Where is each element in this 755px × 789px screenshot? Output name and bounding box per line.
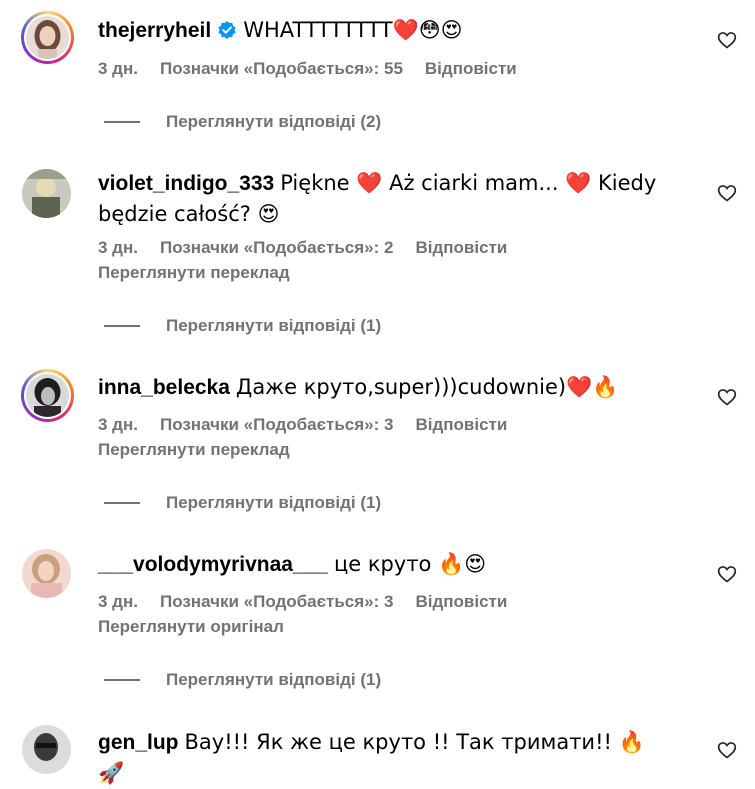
view-replies-label: Переглянути відповіді (1) [166,670,382,689]
heart-outline-icon[interactable] [717,183,737,203]
heart-outline-icon[interactable] [717,387,737,407]
likes-count[interactable]: Позначки «Подобається»: 55 [160,59,403,79]
heart-outline-icon[interactable] [717,564,737,584]
comment-body: gen_lup Вау!!! Як же це круто !! Так трим… [98,727,668,789]
likes-count[interactable]: Позначки «Подобається»: 3 [160,592,393,612]
comment-time[interactable]: 3 дн. [98,592,138,612]
comment-meta: 3 дн. Позначки «Подобається»: 55 Відпові… [98,59,517,79]
heart-outline-icon[interactable] [717,740,737,760]
comment-time[interactable]: 3 дн. [98,238,138,258]
username[interactable]: violet_indigo_333 [98,172,274,195]
view-replies-label: Переглянути відповіді (1) [166,493,382,512]
view-replies-button[interactable]: Переглянути відповіді (2) [104,112,381,132]
view-replies-label: Переглянути відповіді (1) [166,316,382,335]
view-replies-button[interactable]: Переглянути відповіді (1) [104,670,381,690]
comment-meta: 3 дн. Позначки «Подобається»: 2 Відповіс… [98,238,507,258]
username[interactable]: gen_lup [98,731,179,754]
comment-body: inna_belecka Даже круто,super)))cudownie)… [98,372,668,403]
see-original-button[interactable]: Переглянути оригінал [98,617,284,637]
replies-divider-line [104,679,140,681]
username[interactable]: ___volodymyrivnaa___ [98,553,328,576]
reply-button[interactable]: Відповісти [415,238,507,258]
avatar[interactable] [22,549,71,598]
comment-body: ___volodymyrivnaa___ це круто 🔥😍 [98,549,668,580]
reply-button[interactable]: Відповісти [415,592,507,612]
heart-outline-icon[interactable] [717,30,737,50]
avatar[interactable] [22,169,71,218]
username[interactable]: inna_belecka [98,376,230,399]
comment-body: thejerryheil WHATTTTTTTT❤️😳😍 [98,15,668,46]
see-translation-button[interactable]: Переглянути переклад [98,263,290,283]
avatar-image [26,374,69,417]
avatar[interactable] [22,725,71,774]
see-translation-button[interactable]: Переглянути переклад [98,440,290,460]
avatar-image [26,16,69,59]
comment-text: Вау!!! Як же це круто !! Так тримати!! 🔥… [98,730,645,785]
verified-badge-icon [218,21,236,39]
comment-text: це круто 🔥😍 [333,552,487,576]
view-replies-label: Переглянути відповіді (2) [166,112,382,131]
comment-meta: 3 дн. Позначки «Подобається»: 3 Відповіс… [98,415,507,435]
username[interactable]: thejerryheil [98,19,211,42]
avatar[interactable] [21,369,74,422]
view-replies-button[interactable]: Переглянути відповіді (1) [104,316,381,336]
likes-count[interactable]: Позначки «Подобається»: 2 [160,238,393,258]
view-replies-button[interactable]: Переглянути відповіді (1) [104,493,381,513]
replies-divider-line [104,121,140,123]
replies-divider-line [104,325,140,327]
likes-count[interactable]: Позначки «Подобається»: 3 [160,415,393,435]
reply-button[interactable]: Відповісти [425,59,517,79]
comment-time[interactable]: 3 дн. [98,59,138,79]
comment-meta: 3 дн. Позначки «Подобається»: 3 Відповіс… [98,592,507,612]
replies-divider-line [104,502,140,504]
reply-button[interactable]: Відповісти [415,415,507,435]
comment-body: violet_indigo_333 Piękne ❤️ Aż ciarki mam… [98,168,668,230]
comment-text: WHATTTTTTTT❤️😳😍 [243,18,463,42]
avatar[interactable] [21,11,74,64]
comment-time[interactable]: 3 дн. [98,415,138,435]
comment-text: Даже круто,super)))cudownie)❤️🔥 [235,375,619,399]
